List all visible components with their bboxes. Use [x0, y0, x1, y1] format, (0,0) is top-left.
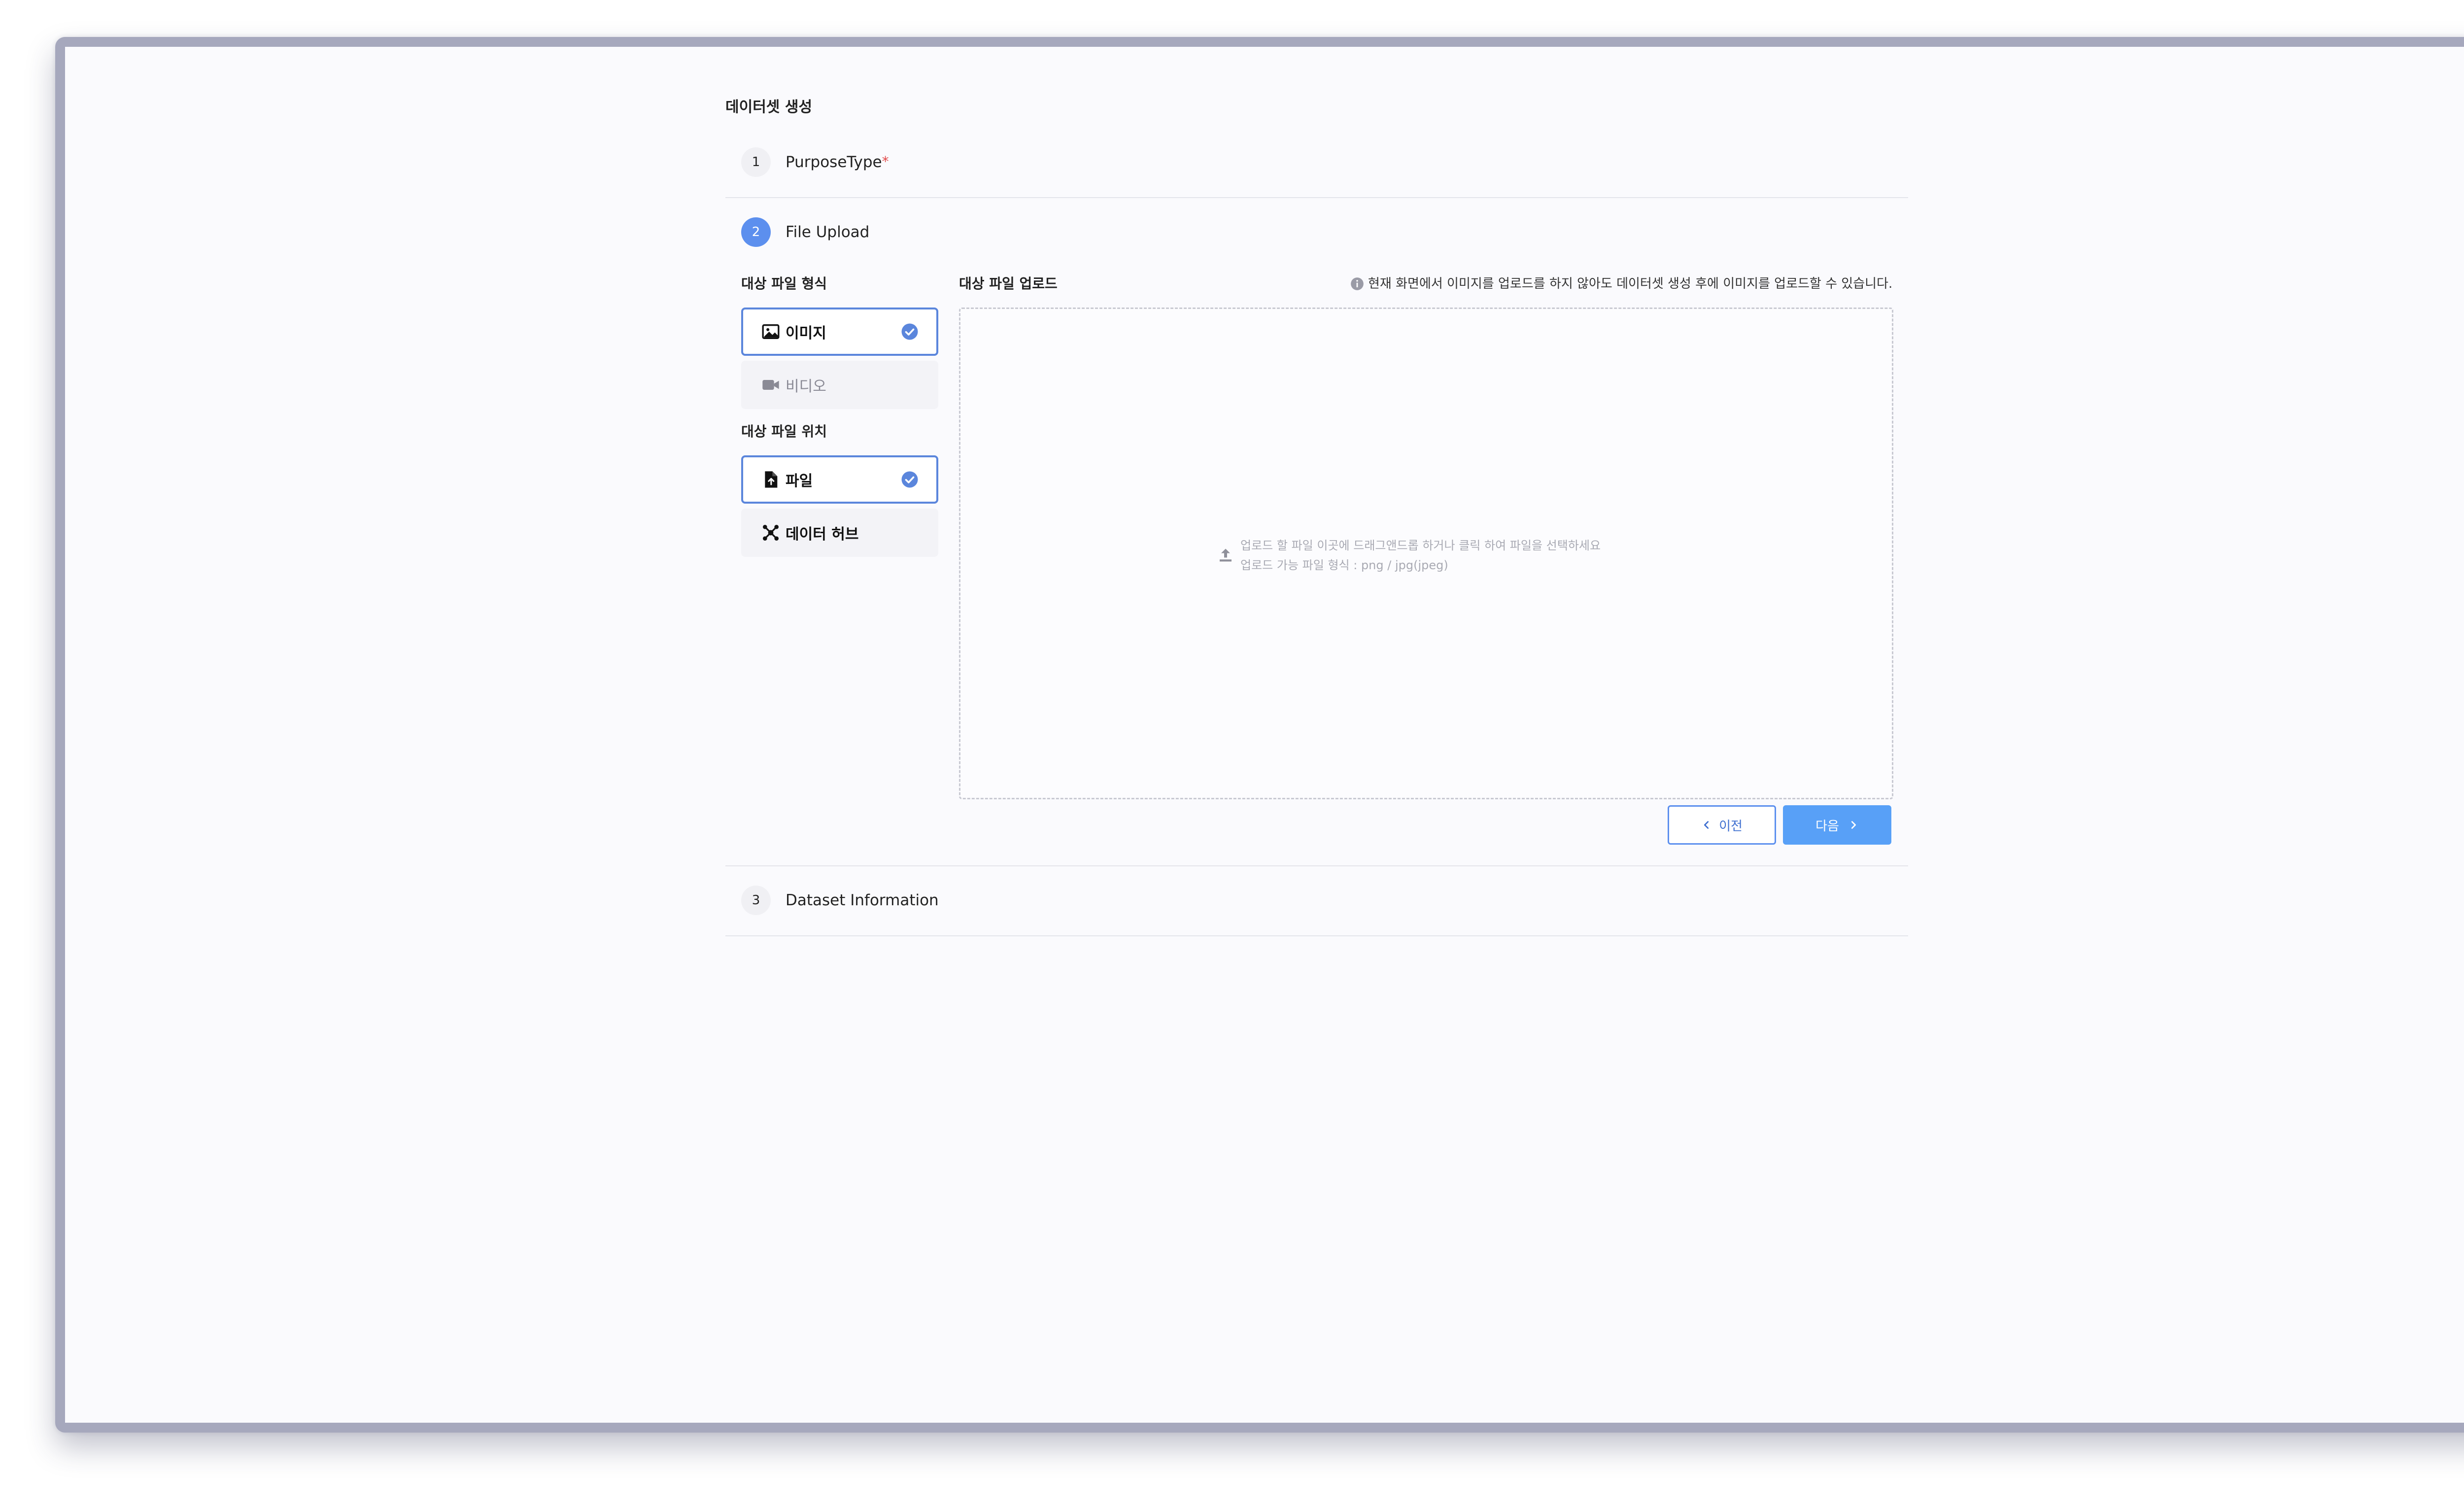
- chevron-right-icon: [1851, 821, 1856, 829]
- file-format-label: 대상 파일 형식: [741, 275, 827, 292]
- dropzone-instruction: 업로드 할 파일 이곳에 드래그앤드롭 하거나 클릭 하여 파일을 선택하세요: [1240, 539, 1601, 552]
- option-label: 비디오: [786, 378, 826, 395]
- check-circle-icon: [901, 323, 919, 341]
- divider: [725, 865, 1908, 866]
- upload-icon: [1220, 548, 1232, 562]
- file-dropzone[interactable]: 업로드 할 파일 이곳에 드래그앤드롭 하거나 클릭 하여 파일을 선택하세요 …: [959, 308, 1893, 799]
- file-location-label: 대상 파일 위치: [741, 423, 827, 440]
- step-number: 1: [741, 147, 771, 177]
- step-label: PurposeType*: [786, 153, 889, 171]
- step-file-upload[interactable]: 2 File Upload: [741, 217, 869, 247]
- upload-info-note: 현재 화면에서 이미지를 업로드를 하지 않아도 데이터셋 생성 후에 이미지를…: [1350, 274, 1892, 294]
- option-label: 이미지: [786, 325, 826, 342]
- step-label: File Upload: [786, 223, 870, 241]
- next-button-label: 다음: [1815, 819, 1839, 834]
- step-purpose-type[interactable]: 1 PurposeType*: [741, 147, 889, 177]
- step-number: 3: [741, 886, 771, 915]
- step-number: 2: [741, 217, 771, 247]
- file-upload-icon: [761, 470, 781, 489]
- divider: [725, 935, 1908, 936]
- divider: [725, 197, 1908, 198]
- dialog-title: 데이터셋 생성: [725, 99, 813, 116]
- image-icon: [761, 322, 781, 342]
- option-file[interactable]: 파일: [741, 455, 938, 504]
- option-label: 파일: [786, 473, 813, 490]
- option-label: 데이터 허브: [786, 526, 859, 543]
- option-video: 비디오: [741, 361, 938, 409]
- prev-button-label: 이전: [1719, 819, 1743, 834]
- step-dataset-information[interactable]: 3 Dataset Information: [741, 886, 939, 915]
- upload-label: 대상 파일 업로드: [959, 275, 1058, 292]
- chevron-left-icon: [1704, 821, 1709, 829]
- hub-icon: [761, 523, 781, 543]
- next-button[interactable]: 다음: [1783, 805, 1891, 845]
- info-icon: [1351, 277, 1364, 290]
- option-data-hub[interactable]: 데이터 허브: [741, 509, 938, 557]
- check-circle-icon: [901, 471, 919, 488]
- info-text: 현재 화면에서 이미지를 업로드를 하지 않아도 데이터셋 생성 후에 이미지를…: [1368, 276, 1893, 291]
- video-icon: [761, 375, 781, 395]
- option-image[interactable]: 이미지: [741, 308, 938, 356]
- step-label: Dataset Information: [786, 891, 939, 909]
- required-mark: *: [882, 153, 889, 170]
- dropzone-formats: 업로드 가능 파일 형식 : png / jpg(jpeg): [1240, 558, 1448, 572]
- prev-button[interactable]: 이전: [1668, 805, 1776, 845]
